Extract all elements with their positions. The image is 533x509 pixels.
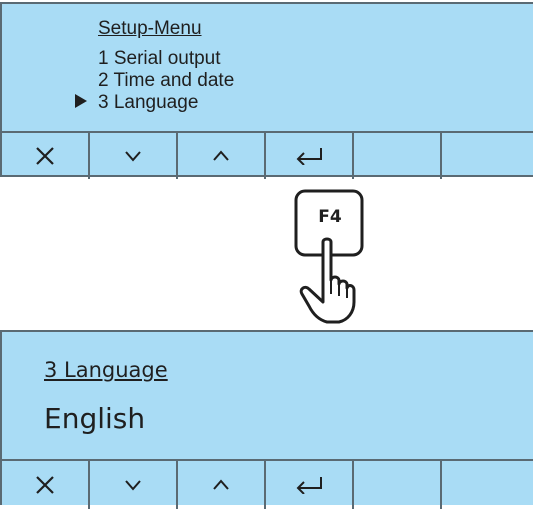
- softkey-5[interactable]: [354, 461, 442, 509]
- enter-icon: [296, 477, 322, 494]
- softkey-cancel[interactable]: [2, 133, 90, 179]
- language-value[interactable]: English: [44, 402, 145, 435]
- softkey-up[interactable]: [178, 461, 266, 509]
- softkey-down[interactable]: [90, 461, 178, 509]
- enter-icon: [296, 148, 322, 165]
- softkey-enter[interactable]: [266, 461, 354, 509]
- pointing-hand-icon: [299, 237, 356, 324]
- chevron-down-icon: [125, 151, 141, 162]
- softkey-bar: [2, 131, 533, 179]
- f4-key-label: F4: [318, 207, 342, 227]
- language-display: 3 Language English: [0, 330, 533, 509]
- softkey-up[interactable]: [178, 133, 266, 179]
- softkey-bar: [2, 459, 533, 509]
- chevron-up-icon: [213, 150, 229, 161]
- close-icon: [36, 476, 54, 494]
- softkey-enter[interactable]: [266, 133, 354, 179]
- menu-item-language[interactable]: 3 Language: [98, 92, 198, 114]
- chevron-up-icon: [213, 479, 229, 490]
- softkey-cancel[interactable]: [2, 461, 90, 509]
- softkey-down[interactable]: [90, 133, 178, 179]
- menu-item-serial-output[interactable]: 1 Serial output: [98, 48, 221, 70]
- chevron-down-icon: [125, 480, 141, 491]
- setup-menu-display: Setup-Menu 1 Serial output 2 Time and da…: [0, 2, 533, 179]
- menu-title: Setup-Menu: [98, 18, 202, 39]
- language-title: 3 Language: [44, 358, 168, 382]
- close-icon: [36, 147, 54, 165]
- softkey-6[interactable]: [442, 133, 530, 179]
- selection-pointer-icon: [75, 94, 87, 108]
- softkey-6[interactable]: [442, 461, 530, 509]
- menu-area: Setup-Menu 1 Serial output 2 Time and da…: [2, 4, 533, 134]
- menu-item-time-and-date[interactable]: 2 Time and date: [98, 70, 234, 92]
- softkey-5[interactable]: [354, 133, 442, 179]
